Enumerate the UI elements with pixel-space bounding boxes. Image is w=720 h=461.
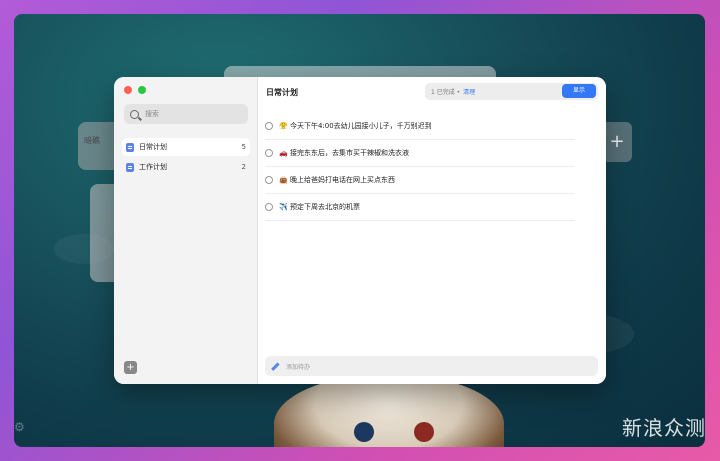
task-text[interactable]: 🚗 接完东东后，去集市买干辣椒和洗衣液	[279, 148, 409, 158]
task-row: 🚗 接完东东后，去集市买干辣椒和洗衣液	[265, 140, 575, 167]
task-checkbox[interactable]	[265, 122, 273, 130]
plus-icon: +	[609, 131, 625, 152]
watermark-logo: 新浪众测	[622, 412, 706, 441]
background-plus-widget: +	[602, 122, 632, 162]
zoom-button[interactable]	[138, 86, 146, 94]
list-name: 工作计划	[139, 163, 167, 171]
add-todo-input[interactable]: 添加待办	[265, 356, 598, 376]
app-window: 搜索 日常计划 5 工作计划 2 + 日常计划 1 已完成 • 清理 显示 😤 …	[114, 77, 606, 384]
boat-image	[274, 374, 504, 447]
completed-bar: 1 已完成 • 清理 显示	[425, 83, 598, 100]
task-text[interactable]: 👜 晚上给爸妈打电话在网上买点东西	[279, 175, 395, 185]
task-row: 👜 晚上给爸妈打电话在网上买点东西	[265, 167, 575, 194]
task-row: ✈️ 预定下周去北京的机票	[265, 194, 575, 221]
window-controls	[124, 86, 146, 94]
add-todo-placeholder: 添加待办	[286, 363, 311, 371]
search-input[interactable]: 搜索	[124, 104, 248, 124]
page-title: 日常计划	[266, 88, 298, 97]
main-panel: 日常计划 1 已完成 • 清理 显示 😤 今天下午4:00去幼儿园接小儿子，千万…	[258, 77, 606, 384]
close-button[interactable]	[124, 86, 132, 94]
task-text[interactable]: 😤 今天下午4:00去幼儿园接小儿子，千万别迟到	[279, 121, 432, 131]
task-text[interactable]: ✈️ 预定下周去北京的机票	[279, 202, 360, 212]
list-count: 2	[241, 163, 246, 171]
list-group: 日常计划 5 工作计划 2	[122, 138, 250, 178]
task-row: 😤 今天下午4:00去幼儿园接小儿子，千万别迟到	[265, 113, 575, 140]
watermark-text: 新浪众测	[622, 416, 706, 440]
sidebar-item-work-plan[interactable]: 工作计划 2	[122, 158, 250, 176]
search-icon	[130, 109, 139, 119]
gear-icon: ⚙	[14, 420, 25, 434]
task-list: 😤 今天下午4:00去幼儿园接小儿子，千万别迟到 🚗 接完东东后，去集市买干辣椒…	[265, 113, 575, 221]
pencil-icon	[271, 362, 280, 371]
background-widget-text: 暗礁	[84, 136, 100, 145]
task-checkbox[interactable]	[265, 203, 273, 211]
list-count: 5	[241, 143, 246, 151]
plus-icon: +	[126, 362, 135, 373]
task-checkbox[interactable]	[265, 149, 273, 157]
add-list-button[interactable]: +	[124, 361, 137, 374]
show-button[interactable]: 显示	[562, 84, 596, 98]
completed-count: 1 已完成 •	[431, 89, 461, 96]
task-checkbox[interactable]	[265, 176, 273, 184]
sidebar: 搜索 日常计划 5 工作计划 2 +	[114, 77, 258, 384]
list-name: 日常计划	[139, 143, 167, 151]
search-placeholder: 搜索	[145, 110, 159, 118]
clear-button[interactable]: 清理	[463, 87, 475, 96]
list-icon	[126, 162, 134, 172]
list-icon	[126, 142, 134, 152]
sidebar-item-daily-plan[interactable]: 日常计划 5	[122, 138, 250, 156]
